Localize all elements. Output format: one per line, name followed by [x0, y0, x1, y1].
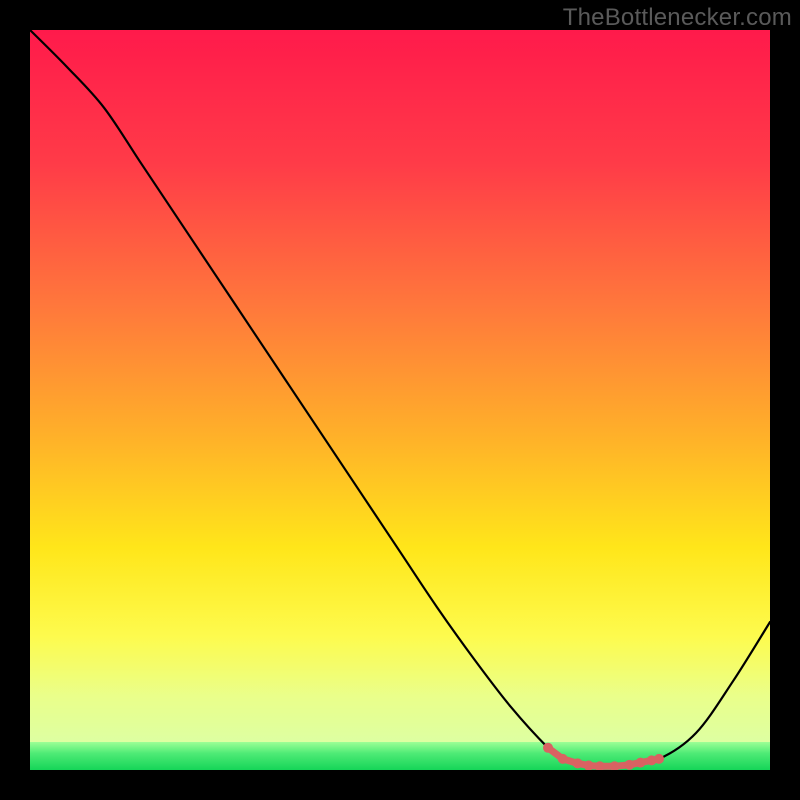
marker-dot	[636, 758, 646, 768]
main-curve	[30, 30, 770, 767]
watermark-text: TheBottlenecker.com	[563, 4, 792, 32]
chart-frame: TheBottlenecker.com	[0, 0, 800, 800]
marker-dot	[558, 754, 568, 764]
marker-dot	[654, 754, 664, 764]
plot-area	[30, 30, 770, 770]
marker-dot	[624, 760, 634, 770]
curve-layer	[30, 30, 770, 770]
marker-dot	[543, 743, 553, 753]
marker-dot	[573, 758, 583, 768]
